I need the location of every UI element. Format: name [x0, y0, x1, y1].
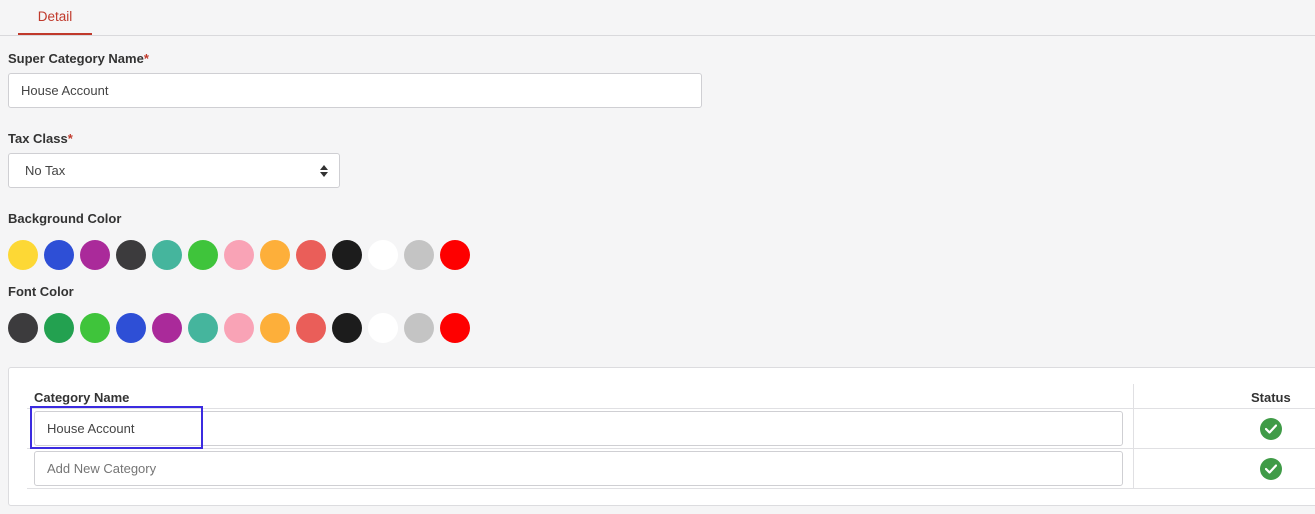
background-color-swatch[interactable] [188, 240, 218, 270]
font-color-swatch[interactable] [152, 313, 182, 343]
background-color-swatch[interactable] [44, 240, 74, 270]
background-color-swatch[interactable] [404, 240, 434, 270]
font-color-swatch[interactable] [188, 313, 218, 343]
background-color-swatches [8, 240, 476, 270]
super-category-label-text: Super Category Name [8, 51, 144, 66]
check-circle-icon[interactable] [1260, 418, 1282, 440]
font-color-swatch[interactable] [368, 313, 398, 343]
font-color-swatch[interactable] [332, 313, 362, 343]
background-color-swatch[interactable] [8, 240, 38, 270]
font-color-swatch[interactable] [116, 313, 146, 343]
category-detail-page: Detail Super Category Name* Tax Class* N… [0, 0, 1315, 514]
background-color-swatch[interactable] [368, 240, 398, 270]
font-color-label: Font Color [8, 284, 74, 299]
font-color-swatch[interactable] [296, 313, 326, 343]
row-divider [27, 488, 1315, 489]
tax-class-selected-value: No Tax [25, 163, 66, 178]
column-header-category-name: Category Name [34, 390, 130, 405]
check-circle-icon[interactable] [1260, 458, 1282, 480]
background-color-swatch[interactable] [296, 240, 326, 270]
background-color-swatch[interactable] [260, 240, 290, 270]
required-mark: * [143, 51, 149, 66]
select-arrows-icon [320, 164, 328, 178]
background-color-label: Background Color [8, 211, 122, 226]
font-color-swatch[interactable] [8, 313, 38, 343]
tax-class-select[interactable]: No Tax [8, 153, 340, 188]
column-header-status: Status [1251, 390, 1291, 405]
add-new-category-input[interactable] [34, 451, 1123, 486]
background-color-swatch[interactable] [116, 240, 146, 270]
background-color-swatch[interactable] [440, 240, 470, 270]
tab-bar: Detail [0, 0, 1315, 36]
row-divider [27, 448, 1315, 449]
font-color-swatches [8, 313, 476, 343]
background-color-swatch[interactable] [224, 240, 254, 270]
font-color-swatch[interactable] [80, 313, 110, 343]
font-color-swatch[interactable] [224, 313, 254, 343]
background-color-swatch[interactable] [332, 240, 362, 270]
required-mark: * [67, 131, 73, 146]
row-divider [27, 408, 1315, 409]
super-category-label: Super Category Name* [8, 51, 149, 66]
tax-class-label-text: Tax Class [8, 131, 68, 146]
super-category-name-input[interactable] [8, 73, 702, 108]
tax-class-label: Tax Class* [8, 131, 73, 146]
font-color-swatch[interactable] [404, 313, 434, 343]
category-table: Category Name Status [8, 367, 1315, 506]
background-color-swatch[interactable] [80, 240, 110, 270]
font-color-swatch[interactable] [44, 313, 74, 343]
background-color-swatch[interactable] [152, 240, 182, 270]
tab-detail[interactable]: Detail [18, 0, 92, 35]
category-name-input[interactable] [34, 411, 1123, 446]
font-color-swatch[interactable] [260, 313, 290, 343]
font-color-swatch[interactable] [440, 313, 470, 343]
column-divider [1133, 384, 1134, 489]
